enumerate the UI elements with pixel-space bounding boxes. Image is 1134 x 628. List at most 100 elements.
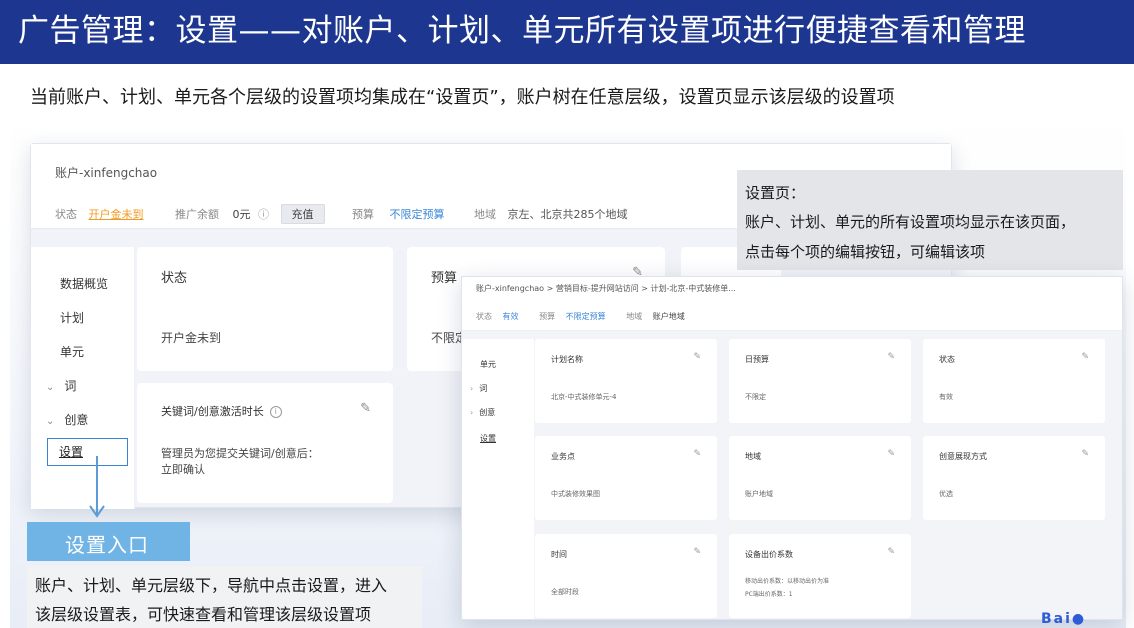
- plan-tree-nav: 单元 › 词 › 创意 设置: [462, 339, 534, 619]
- budget-label: 预算: [352, 208, 374, 221]
- nav-item-unit[interactable]: 单元: [480, 359, 496, 370]
- setting-card-status: 状态 ✎ 有效: [923, 339, 1105, 423]
- recharge-button[interactable]: 充值: [280, 204, 325, 224]
- setting-card-creative-display: 创意展现方式 ✎ 优选: [923, 436, 1105, 520]
- nav-item-overview[interactable]: 数据概览: [60, 275, 108, 292]
- status-card: 状态 开户金未到: [137, 247, 393, 371]
- nav-item-keyword[interactable]: › 词: [470, 383, 487, 394]
- account-summary-row: 状态 开户金未到 推广余额 0元 ⓘ 充值 预算 不限定预算 地域 京左、北京共…: [55, 204, 628, 224]
- status-label: 状态: [476, 312, 492, 321]
- settings-entry-description: 账户、计划、单元层级下，导航中点击设置，进入 该层级设置表，可快速查看和管理该层…: [27, 566, 422, 628]
- chevron-right-icon: ›: [470, 408, 474, 417]
- edit-icon[interactable]: ✎: [887, 449, 895, 459]
- budget-value-link[interactable]: 不限定预算: [566, 311, 606, 322]
- card-title: 业务点: [551, 452, 575, 461]
- title-banner: 广告管理：设置——对账户、计划、单元所有设置项进行便捷查看和管理: [0, 0, 1134, 64]
- entry-desc-line-2: 该层级设置表，可快速查看和管理该层级设置项: [35, 605, 372, 624]
- arrow-down-icon: [89, 456, 105, 518]
- region-label: 地域: [626, 312, 643, 321]
- nav-item-plan[interactable]: 计划: [60, 309, 84, 326]
- edit-icon[interactable]: ✎: [1081, 352, 1089, 362]
- nav-item-creative[interactable]: › 创意: [470, 407, 495, 418]
- card-value-line2: PC端出价系数：1: [745, 591, 793, 598]
- callout-line-2: 点击每个项的编辑按钮，可编辑该项: [745, 243, 986, 261]
- balance-value: 0元: [232, 208, 251, 221]
- account-name: 账户-xinfengchao: [55, 166, 158, 180]
- card-value: 优选: [939, 490, 953, 498]
- setting-card-plan-name: 计划名称 ✎ 北京-中式装修单元-4: [535, 339, 717, 423]
- card-title: 状态: [939, 355, 955, 364]
- edit-icon[interactable]: ✎: [360, 401, 371, 416]
- nav-item-unit[interactable]: 单元: [60, 343, 84, 360]
- edit-icon[interactable]: ✎: [693, 449, 701, 459]
- card-title: 设备出价系数: [745, 550, 793, 559]
- account-tree-nav: 数据概览 计划 单元 ⌄ 词 ⌄ 创意: [31, 247, 135, 509]
- entry-desc-line-1: 账户、计划、单元层级下，导航中点击设置，进入: [35, 576, 388, 595]
- region-value: 京左、北京共285个地域: [507, 208, 628, 221]
- nav-item-creative-label: 创意: [479, 408, 496, 417]
- callout-title: 设置页：: [745, 184, 806, 202]
- edit-icon[interactable]: ✎: [887, 547, 895, 557]
- page-subtitle: 当前账户、计划、单元各个层级的设置项均集成在“设置页”，账户树在任意层级，设置页…: [30, 87, 895, 108]
- card-value-line1: 移动出价系数：以移动出价为准: [745, 578, 830, 585]
- card-value: 中式装修效果图: [551, 490, 600, 498]
- card-title: 关键词/创意激活时长 i: [161, 403, 282, 419]
- settings-page-callout: 设置页： 账户、计划、单元的所有设置项均显示在该页面， 点击每个项的编辑按钮，可…: [737, 170, 1123, 270]
- card-value-line2: 立即确认: [161, 463, 205, 476]
- chevron-down-icon: ⌄: [46, 382, 55, 393]
- setting-card-daily-budget: 日预算 ✎ 不限定: [729, 339, 911, 423]
- card-value-line1: 管理员为您提交关键词/创意后：: [161, 447, 319, 460]
- nav-item-keyword-label: 词: [64, 379, 77, 393]
- card-title: 计划名称: [551, 355, 583, 364]
- card-value: 账户地域: [745, 490, 773, 498]
- callout-line-1: 账户、计划、单元的所有设置项均显示在该页面，: [745, 213, 1076, 231]
- status-label: 状态: [55, 208, 77, 221]
- card-title: 时间: [551, 550, 567, 559]
- settings-entry-label: 设置入口: [27, 522, 190, 561]
- edit-icon[interactable]: ✎: [693, 547, 701, 557]
- card-value: 开户金未到: [161, 331, 222, 345]
- card-value: 北京-中式装修单元-4: [551, 393, 617, 401]
- plan-header: 账户-xinfengchao > 营销目标-提升网站访问 > 计划-北京-中式装…: [462, 277, 1122, 331]
- balance-label: 推广余额: [175, 208, 219, 221]
- setting-card-region: 地域 ✎ 账户地域: [729, 436, 911, 520]
- brand-logo: Bai●: [1041, 612, 1087, 627]
- nav-item-keyword-label: 词: [479, 384, 488, 393]
- chevron-right-icon: ›: [470, 384, 474, 393]
- status-value[interactable]: 有效: [503, 311, 519, 322]
- setting-card-device-bid: 设备出价系数 ✎ 移动出价系数：以移动出价为准 PC端出价系数：1: [729, 534, 911, 618]
- card-value: 全部时段: [551, 588, 579, 596]
- nav-item-creative-label: 创意: [64, 413, 89, 427]
- card-title: 预算: [431, 271, 458, 286]
- help-icon[interactable]: ⓘ: [258, 206, 269, 222]
- nav-item-creative[interactable]: ⌄ 创意: [46, 411, 88, 428]
- breadcrumb[interactable]: 账户-xinfengchao > 营销目标-提升网站访问 > 计划-北京-中式装…: [476, 283, 736, 294]
- info-icon[interactable]: i: [269, 406, 282, 418]
- region-value: 账户地域: [652, 312, 685, 321]
- nav-item-keyword[interactable]: ⌄ 词: [46, 377, 76, 394]
- edit-icon[interactable]: ✎: [887, 352, 895, 362]
- setting-card-business-point: 业务点 ✎ 中式装修效果图: [535, 436, 717, 520]
- card-value: 有效: [939, 393, 953, 401]
- budget-label: 预算: [539, 312, 556, 321]
- card-title-text: 关键词/创意激活时长: [161, 405, 264, 418]
- budget-value-link[interactable]: 不限定预算: [390, 206, 445, 222]
- nav-item-settings-label: 设置: [59, 445, 84, 459]
- card-title: 状态: [161, 271, 188, 286]
- edit-icon[interactable]: ✎: [693, 352, 701, 362]
- settings-entry-text: 设置入口: [65, 533, 149, 557]
- chevron-down-icon: ⌄: [46, 416, 55, 427]
- status-value-link[interactable]: 开户金未到: [89, 206, 144, 222]
- card-title: 创意展现方式: [939, 452, 987, 461]
- card-title: 地域: [745, 452, 761, 461]
- plan-settings-window: 账户-xinfengchao > 营销目标-提升网站访问 > 计划-北京-中式装…: [461, 276, 1123, 620]
- region-label: 地域: [474, 208, 496, 221]
- nav-item-settings[interactable]: 设置: [480, 433, 496, 444]
- edit-icon[interactable]: ✎: [1081, 449, 1089, 459]
- card-value: 不限定: [745, 393, 766, 401]
- plan-summary-row: 状态 有效 预算 不限定预算 地域 账户地域: [476, 311, 685, 322]
- card-title: 日预算: [745, 355, 769, 364]
- banner-title: 广告管理：设置——对账户、计划、单元所有设置项进行便捷查看和管理: [18, 13, 1026, 49]
- setting-card-time: 时间 ✎ 全部时段: [535, 534, 717, 618]
- keyword-activation-card: 关键词/创意激活时长 i ✎ 管理员为您提交关键词/创意后： 立即确认: [137, 383, 393, 503]
